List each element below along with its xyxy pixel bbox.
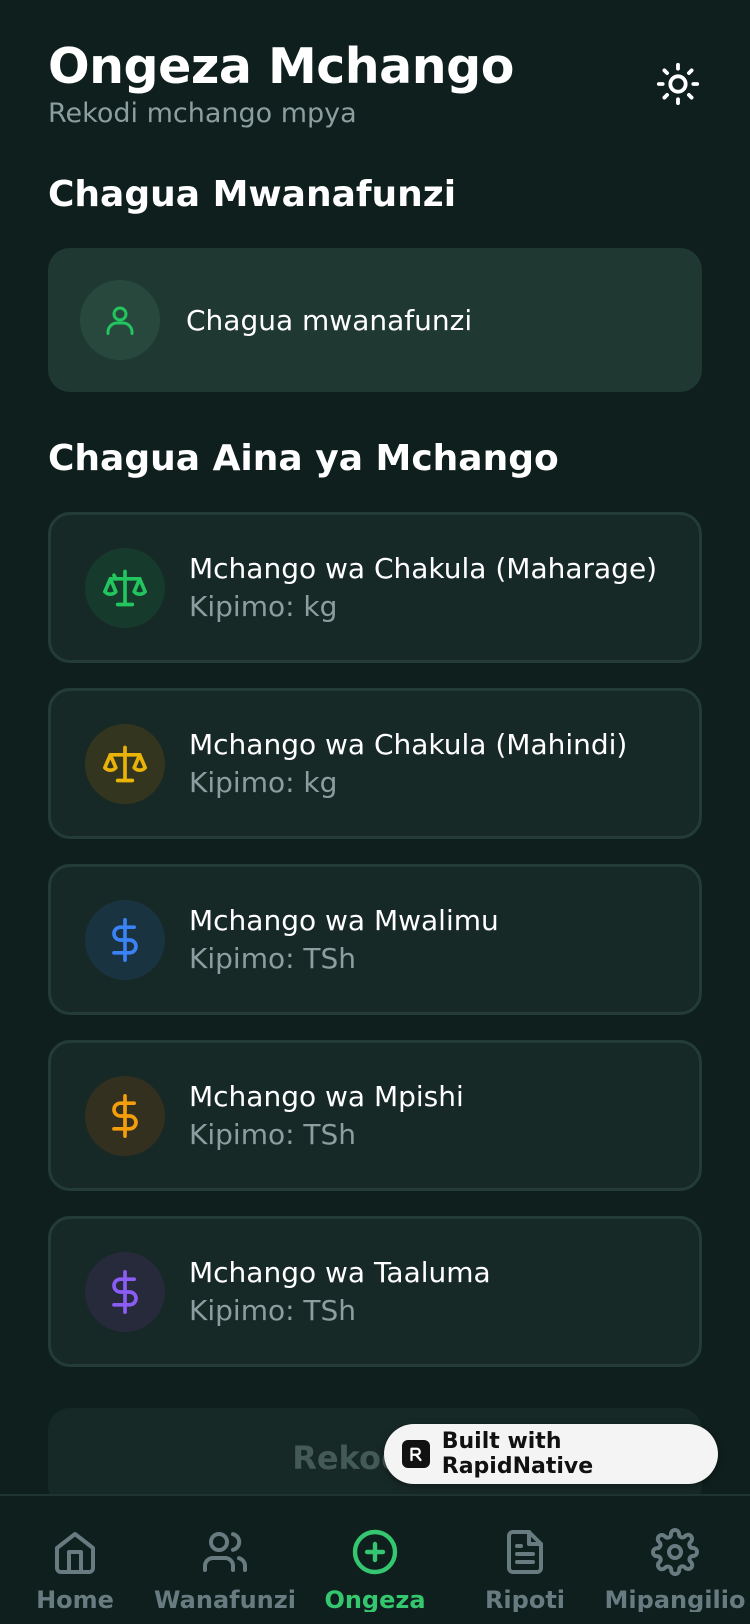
plus-circle-icon (352, 1529, 398, 1575)
student-select-label: Chagua mwanafunzi (186, 303, 473, 337)
screen: Ongeza Mchango Rekodi mchango mpya Chagu… (0, 0, 750, 1624)
scale-icon (103, 745, 147, 782)
type-icon-bg (85, 899, 165, 980)
dollar-icon (112, 1093, 138, 1138)
dollar-icon (112, 1269, 138, 1314)
type-icon-bg (85, 1075, 165, 1156)
type-unit: Kipimo: kg (189, 765, 338, 799)
dollar-icon (112, 917, 138, 962)
types-section-title: Chagua Aina ya Mchango (48, 438, 559, 479)
type-name: Mchango wa Chakula (Maharage) (189, 551, 658, 585)
contribution-type-list: Mchango wa Chakula (Maharage) Kipimo: kg… (48, 512, 702, 1392)
student-section-title: Chagua Mwanafunzi (48, 174, 457, 215)
type-icon-bg (85, 547, 165, 628)
scale-icon (103, 569, 147, 606)
tab-bar: Home Wanafunzi Ongeza Ripoti Mipangilio (0, 1494, 750, 1624)
type-name: Mchango wa Mwalimu (189, 903, 499, 937)
tab-mipangilio[interactable]: Mipangilio (600, 1496, 750, 1624)
type-card-maharage[interactable]: Mchango wa Chakula (Maharage) Kipimo: kg (48, 512, 702, 663)
page-subtitle: Rekodi mchango mpya (48, 98, 357, 129)
type-card-mahindi[interactable]: Mchango wa Chakula (Mahindi) Kipimo: kg (48, 688, 702, 839)
type-card-taaluma[interactable]: Mchango wa Taaluma Kipimo: TSh (48, 1216, 702, 1367)
tab-label: Mipangilio (604, 1586, 746, 1612)
theme-toggle-button[interactable] (654, 60, 702, 108)
built-with-label: Built with RapidNative (441, 1429, 594, 1479)
header: Ongeza Mchango Rekodi mchango mpya (48, 38, 702, 129)
user-icon (106, 306, 134, 335)
type-card-mpishi[interactable]: Mchango wa Mpishi Kipimo: TSh (48, 1040, 702, 1191)
page-title: Ongeza Mchango (48, 38, 514, 95)
type-unit: Kipimo: TSh (189, 1293, 357, 1327)
type-unit: Kipimo: TSh (189, 941, 357, 975)
type-icon-bg (85, 723, 165, 804)
built-with-badge[interactable]: Built with RapidNative (384, 1424, 718, 1484)
sun-icon (656, 62, 700, 106)
type-unit: Kipimo: TSh (189, 1117, 357, 1151)
users-icon (203, 1532, 248, 1572)
type-icon-bg (85, 1251, 165, 1332)
student-select[interactable]: Chagua mwanafunzi (48, 248, 702, 392)
document-icon (507, 1530, 543, 1574)
home-icon (55, 1532, 95, 1574)
gear-icon (651, 1528, 699, 1576)
rapidnative-logo-icon (402, 1440, 430, 1468)
type-name: Mchango wa Taaluma (189, 1255, 491, 1289)
type-name: Mchango wa Mpishi (189, 1079, 464, 1113)
student-avatar (80, 280, 160, 360)
type-card-mwalimu[interactable]: Mchango wa Mwalimu Kipimo: TSh (48, 864, 702, 1015)
type-name: Mchango wa Chakula (Mahindi) (189, 727, 628, 761)
type-unit: Kipimo: kg (189, 589, 338, 623)
